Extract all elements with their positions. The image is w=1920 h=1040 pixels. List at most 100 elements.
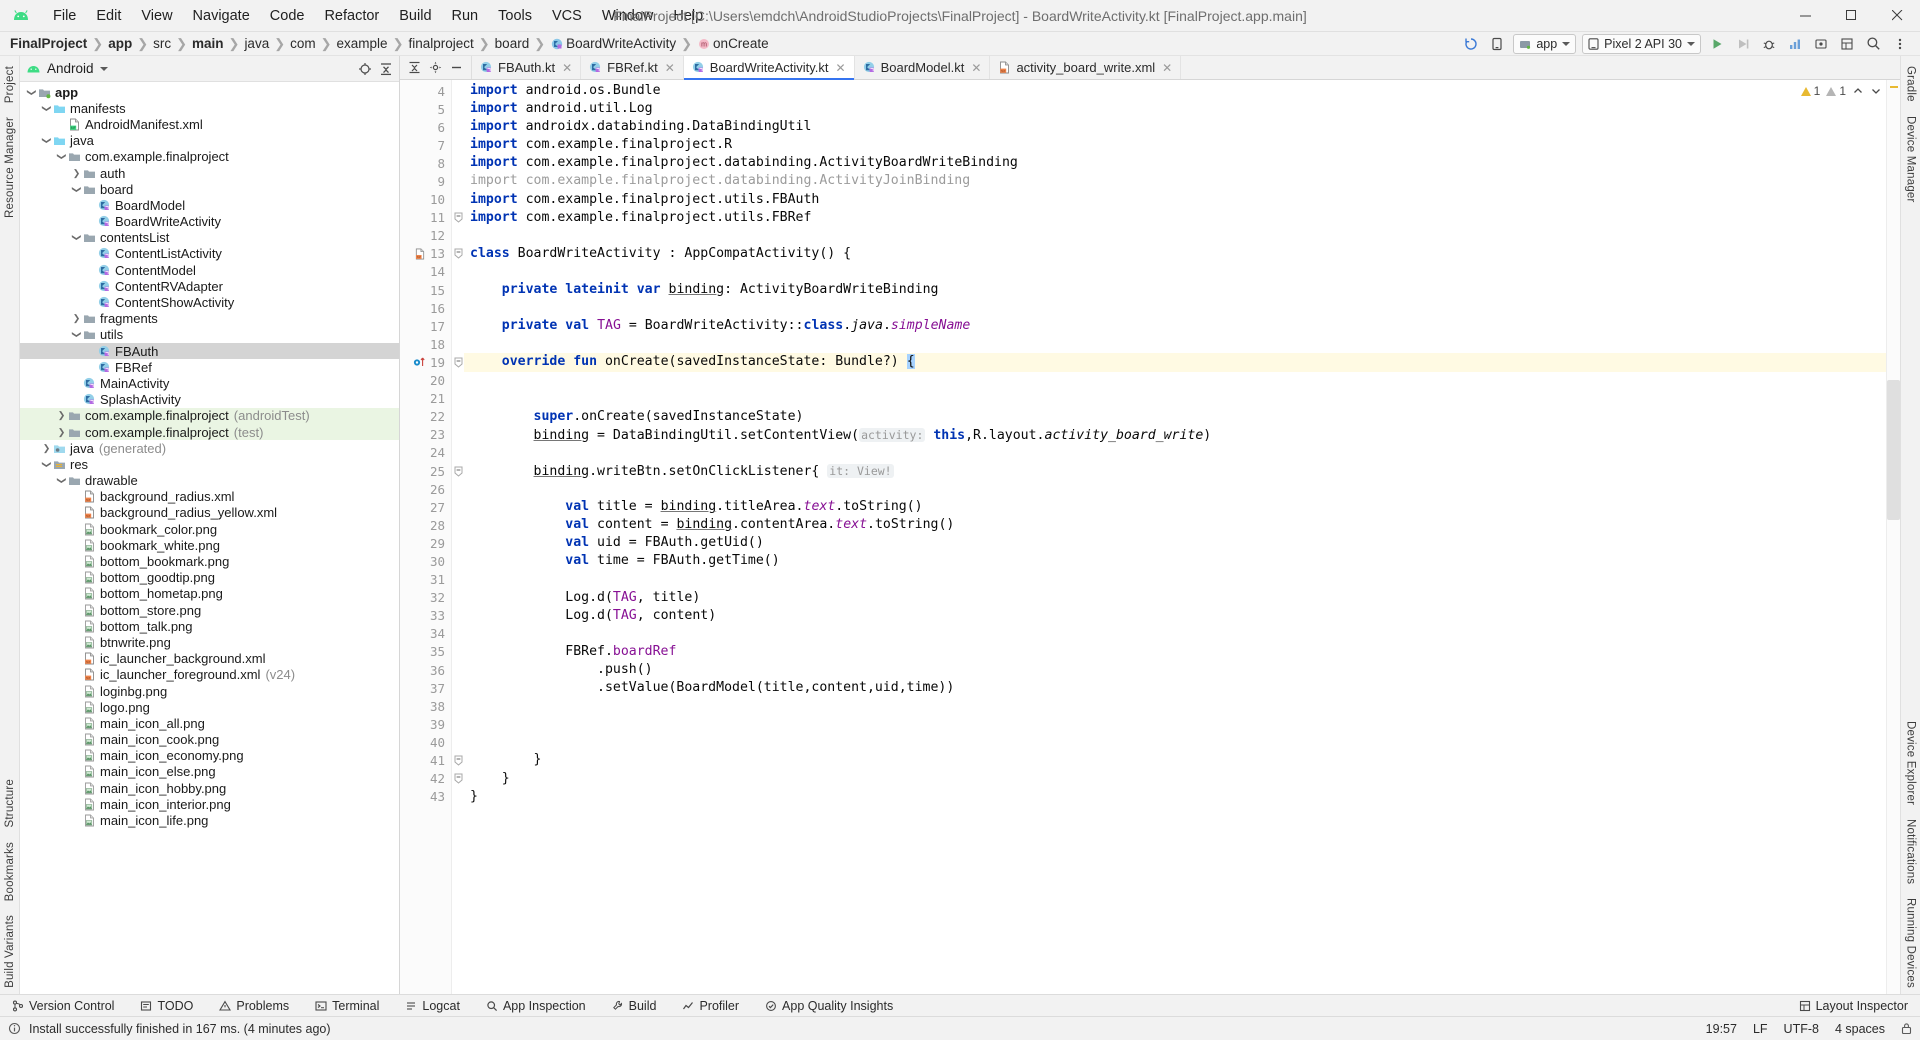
menu-run[interactable]: Run [443, 5, 488, 27]
menu-navigate[interactable]: Navigate [184, 5, 259, 27]
scrollbar-thumb[interactable] [1887, 380, 1900, 520]
select-opened-file-icon[interactable] [358, 62, 372, 76]
tree-node-bottom-hometap-png[interactable]: bottom_hometap.png [20, 586, 399, 602]
breadcrumb-item-method[interactable]: m onCreate [695, 36, 771, 51]
tree-node-ic-launcher-background-xml[interactable]: <> ic_launcher_background.xml [20, 651, 399, 667]
code-line[interactable]: binding = DataBindingUtil.setContentView… [464, 426, 1886, 444]
chevron-down-icon[interactable]: ❯ [71, 232, 82, 243]
tree-node-bottom-bookmark-png[interactable]: bottom_bookmark.png [20, 553, 399, 569]
code-line[interactable]: FBRef.boardRef [464, 643, 1886, 661]
code-line[interactable]: import com.example.finalproject.utils.FB… [464, 209, 1886, 227]
tree-node-background-radius-xml[interactable]: <> background_radius.xml [20, 489, 399, 505]
chevron-down-icon[interactable]: ❯ [41, 459, 52, 470]
caret-position[interactable]: 19:57 [1706, 1022, 1737, 1036]
breadcrumb[interactable]: FinalProject ❯ app ❯ src ❯ main ❯ java ❯… [8, 36, 771, 52]
line-number[interactable]: 18 [400, 335, 451, 353]
line-number[interactable]: 14 [400, 263, 451, 281]
tree-node-boardmodel[interactable]: BoardModel [20, 197, 399, 213]
chevron-right-icon[interactable]: ❯ [71, 168, 82, 179]
chevron-down-icon[interactable]: ❯ [71, 329, 82, 340]
line-number[interactable]: 39 [400, 715, 451, 733]
tree-node-bookmark-color-png[interactable]: bookmark_color.png [20, 521, 399, 537]
tool-window-profiler[interactable]: Profiler [678, 998, 743, 1014]
breadcrumb-item-com[interactable]: com [288, 36, 318, 51]
line-number[interactable]: 17 [400, 317, 451, 335]
menu-build[interactable]: Build [390, 5, 440, 27]
tree-node-bookmark-white-png[interactable]: bookmark_white.png [20, 537, 399, 553]
line-number[interactable]: 20 [400, 372, 451, 390]
code-line[interactable]: import android.util.Log [464, 100, 1886, 118]
line-number[interactable]: 27 [400, 498, 451, 516]
indent-setting[interactable]: 4 spaces [1835, 1022, 1885, 1036]
tool-window-version-control[interactable]: Version Control [8, 998, 118, 1014]
tree-node-mainactivity[interactable]: MainActivity [20, 375, 399, 391]
tree-node-androidmanifest-xml[interactable]: MF AndroidManifest.xml [20, 116, 399, 132]
tree-node-main-icon-else-png[interactable]: main_icon_else.png [20, 764, 399, 780]
tree-node-board[interactable]: ❯ board [20, 181, 399, 197]
line-number[interactable]: 5 [400, 100, 451, 118]
line-number[interactable]: 42 [400, 770, 451, 788]
tree-node-com-example-finalproject[interactable]: ❯ com.example.finalproject (androidTest) [20, 407, 399, 424]
breadcrumb-item-app[interactable]: app [106, 36, 134, 51]
attach-debugger-icon[interactable] [1811, 34, 1831, 54]
layout-resource-marker-icon[interactable]: <> [414, 248, 426, 260]
line-number[interactable]: 15 [400, 281, 451, 299]
fold-toggle[interactable] [452, 245, 464, 263]
tree-node-utils[interactable]: ❯ utils [20, 327, 399, 343]
tree-node-logo-png[interactable]: logo.png [20, 699, 399, 715]
tree-node-bottom-goodtip-png[interactable]: bottom_goodtip.png [20, 570, 399, 586]
editor-tabs[interactable]: FBAuth.kt ✕ FBRef.kt ✕ BoardWriteActivity.kt… [472, 56, 1182, 80]
editor-tab-boardmodel-kt[interactable]: BoardModel.kt ✕ [854, 56, 991, 79]
tree-node-com-example-finalproject[interactable]: ❯ com.example.finalproject [20, 149, 399, 165]
line-number[interactable]: 24 [400, 444, 451, 462]
tree-node-fbauth[interactable]: FBAuth [20, 343, 399, 360]
maximize-button[interactable] [1828, 0, 1874, 32]
code-editor[interactable]: 4 5 6 7 8 9 10 11 12 <> 13 14 15 16 17 18 19 20 21 22 23 24 25… [400, 80, 1900, 994]
sync-gradle-icon[interactable] [1461, 34, 1481, 54]
tree-node-res[interactable]: ❯ res [20, 456, 399, 472]
tool-window-terminal[interactable]: Terminal [311, 998, 383, 1014]
code-line[interactable] [464, 625, 1886, 643]
previous-problem-icon[interactable] [1852, 85, 1864, 97]
tree-node-contentslist[interactable]: ❯ contentsList [20, 230, 399, 246]
layout-inspector-icon[interactable] [1837, 34, 1857, 54]
menu-file[interactable]: File [44, 5, 85, 27]
code-line[interactable]: .push() [464, 661, 1886, 679]
tree-node-btnwrite-png[interactable]: btnwrite.png [20, 634, 399, 650]
code-line[interactable]: } [464, 751, 1886, 769]
lock-icon[interactable] [1901, 1022, 1912, 1035]
code-line[interactable]: binding.writeBtn.setOnClickListener{ it:… [464, 462, 1886, 480]
code-line[interactable]: } [464, 770, 1886, 788]
line-separator[interactable]: LF [1753, 1022, 1768, 1036]
code-line[interactable]: val content = binding.contentArea.text.t… [464, 516, 1886, 534]
line-number[interactable]: 41 [400, 751, 451, 769]
code-line[interactable]: Log.d(TAG, title) [464, 589, 1886, 607]
chevron-down-icon[interactable]: ❯ [41, 135, 52, 146]
tool-window-app-quality-insights[interactable]: App Quality Insights [761, 998, 897, 1014]
line-number[interactable]: 33 [400, 607, 451, 625]
avd-manager-icon[interactable] [1487, 34, 1507, 54]
tool-window-todo[interactable]: TODO [136, 998, 197, 1014]
line-number[interactable]: 8 [400, 154, 451, 172]
tree-node-main-icon-life-png[interactable]: main_icon_life.png [20, 812, 399, 828]
tree-node-boardwriteactivity[interactable]: BoardWriteActivity [20, 214, 399, 230]
line-number[interactable]: 25 [400, 462, 451, 480]
editor-tab-fbauth-kt[interactable]: FBAuth.kt ✕ [472, 56, 582, 79]
menu-window[interactable]: Window [593, 5, 663, 27]
inspection-widget[interactable]: 1 1 [1800, 84, 1882, 98]
editor-tab-boardwriteactivity-kt[interactable]: BoardWriteActivity.kt ✕ [683, 56, 855, 80]
line-number[interactable]: 38 [400, 697, 451, 715]
run-button[interactable] [1707, 34, 1727, 54]
breadcrumb-item-finalproject[interactable]: finalproject [406, 36, 475, 51]
code-line[interactable] [464, 715, 1886, 733]
line-number-gutter[interactable]: 4 5 6 7 8 9 10 11 12 <> 13 14 15 16 17 18 19 20 21 22 23 24 25… [400, 80, 452, 994]
close-button[interactable] [1874, 0, 1920, 32]
menu-help[interactable]: Help [664, 5, 712, 27]
settings-gear-icon[interactable] [429, 61, 442, 74]
close-tab-icon[interactable]: ✕ [836, 61, 846, 75]
tool-window-resource-manager[interactable]: Resource Manager [2, 111, 18, 224]
project-view-selector[interactable]: Android [26, 61, 108, 76]
tree-node-bottom-store-png[interactable]: bottom_store.png [20, 602, 399, 618]
tool-window-app-inspection[interactable]: App Inspection [482, 998, 590, 1014]
hide-panel-icon[interactable] [450, 61, 463, 74]
